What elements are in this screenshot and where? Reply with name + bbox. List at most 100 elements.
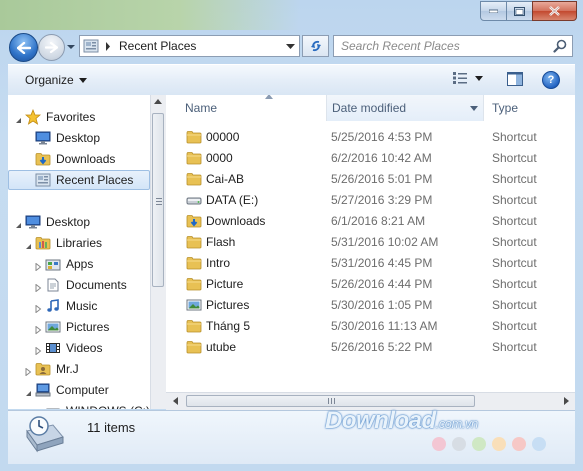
dot [472, 437, 486, 451]
downloads-folder-icon [186, 214, 202, 228]
forward-button[interactable] [38, 34, 65, 61]
title-bar [0, 0, 300, 30]
expand-arrow-icon[interactable] [35, 281, 42, 295]
address-bar[interactable]: Recent Places [79, 35, 300, 57]
recent-pages-button[interactable] [66, 41, 76, 51]
file-date-modified: 5/26/2016 5:22 PM [331, 340, 433, 354]
expand-arrow-icon[interactable] [25, 365, 32, 379]
nav-item-windows-c[interactable]: WINDOWS (C:) [45, 401, 150, 409]
file-row[interactable]: 0000 6/2/2016 10:42 AM Shortcut [166, 148, 575, 169]
nav-item-mr-j[interactable]: Mr.J [35, 359, 79, 379]
nav-item-videos[interactable]: Videos [45, 338, 102, 358]
file-row[interactable]: Cai-AB 5/26/2016 5:01 PM Shortcut [166, 169, 575, 190]
nav-item-favorites[interactable]: Favorites [25, 107, 95, 127]
expand-arrow-icon[interactable] [35, 302, 42, 316]
collapse-arrow-icon[interactable] [25, 386, 32, 400]
file-type: Shortcut [492, 130, 537, 144]
dot [532, 437, 546, 451]
file-row[interactable]: Pictures 5/30/2016 1:05 PM Shortcut [166, 295, 575, 316]
watermark-logo: Download.com.vn [325, 407, 478, 435]
expand-arrow-icon[interactable] [35, 260, 42, 274]
nav-item-downloads[interactable]: Downloads [35, 149, 115, 169]
organize-button[interactable]: Organize [25, 73, 87, 87]
file-row[interactable]: Downloads 6/1/2016 8:21 AM Shortcut [166, 211, 575, 232]
file-row[interactable]: utube 5/26/2016 5:22 PM Shortcut [166, 337, 575, 358]
help-button[interactable]: ? [542, 71, 560, 89]
collapse-arrow-icon[interactable] [25, 239, 32, 253]
scrollbar-thumb[interactable] [186, 395, 475, 407]
watermark-brand: Download [325, 407, 436, 434]
address-dropdown-icon[interactable] [286, 44, 295, 50]
nav-item-documents[interactable]: Documents [45, 275, 127, 295]
breadcrumb[interactable]: Recent Places [119, 39, 196, 53]
column-date-modified[interactable]: Date modified [326, 95, 484, 121]
expand-arrow-icon[interactable] [35, 344, 42, 358]
nav-item-recent-places[interactable]: Recent Places [8, 170, 150, 190]
apps-library-icon [45, 256, 61, 272]
desktop-icon [25, 214, 41, 230]
file-date-modified: 5/30/2016 1:05 PM [331, 298, 433, 312]
expand-arrow-icon[interactable] [35, 407, 42, 409]
file-date-modified: 5/31/2016 10:02 AM [331, 235, 439, 249]
nav-item-label: Favorites [46, 110, 96, 124]
minimize-button[interactable] [480, 1, 507, 21]
scroll-left-icon[interactable] [173, 397, 178, 405]
preview-pane-icon [507, 72, 523, 86]
file-name: Pictures [206, 298, 250, 312]
nav-item-computer[interactable]: Computer [35, 380, 109, 400]
file-type: Shortcut [492, 193, 537, 207]
file-row[interactable]: Picture 5/26/2016 4:44 PM Shortcut [166, 274, 575, 295]
file-row[interactable]: Flash 5/31/2016 10:02 AM Shortcut [166, 232, 575, 253]
column-date-label: Date modified [332, 101, 407, 115]
file-name: 00000 [206, 130, 240, 144]
nav-item-apps[interactable]: Apps [45, 254, 93, 274]
file-row[interactable]: DATA (E:) 5/27/2016 3:29 PM Shortcut [166, 190, 575, 211]
column-filter-icon[interactable] [470, 106, 478, 111]
column-name[interactable]: Name [185, 95, 325, 121]
nav-item-pictures[interactable]: Pictures [45, 317, 109, 337]
nav-item-music[interactable]: Music [45, 296, 97, 316]
back-button[interactable] [9, 33, 38, 62]
file-date-modified: 5/26/2016 5:01 PM [331, 172, 433, 186]
nav-item-label: Apps [66, 257, 94, 271]
nav-item-label: Documents [66, 278, 127, 292]
breadcrumb-arrow-icon[interactable] [105, 42, 111, 51]
folder-icon [186, 319, 202, 333]
file-date-modified: 6/2/2016 10:42 AM [331, 151, 432, 165]
maximize-button[interactable] [506, 1, 533, 21]
close-button[interactable] [532, 1, 577, 21]
change-view-button[interactable] [453, 72, 483, 84]
collapse-arrow-icon[interactable] [15, 218, 22, 232]
dot [432, 437, 446, 451]
file-date-modified: 5/26/2016 4:44 PM [331, 277, 433, 291]
nav-item-label: Desktop [46, 215, 91, 229]
scrollbar-thumb[interactable] [152, 113, 164, 287]
collapse-arrow-icon[interactable] [15, 113, 22, 127]
nav-item-libraries[interactable]: Libraries [35, 233, 102, 253]
file-type: Shortcut [492, 277, 537, 291]
nav-item-label: Videos [66, 341, 103, 355]
refresh-button[interactable] [302, 35, 329, 57]
nav-item-desktop[interactable]: Desktop [35, 128, 100, 148]
column-header: Name Date modified Type [166, 95, 575, 121]
column-type[interactable]: Type [492, 95, 572, 121]
file-name: Tháng 5 [206, 319, 251, 333]
navigation-scrollbar[interactable] [150, 95, 166, 409]
preview-pane-button[interactable] [507, 72, 523, 89]
arrow-left-icon [16, 41, 31, 54]
search-input[interactable]: Search Recent Places [341, 39, 460, 53]
file-name: Intro [206, 256, 231, 270]
file-row[interactable]: 00000 5/25/2016 4:53 PM Shortcut [166, 127, 575, 148]
drive-icon [186, 193, 202, 207]
search-icon[interactable] [553, 39, 567, 53]
file-row[interactable]: Intro 5/31/2016 4:45 PM Shortcut [166, 253, 575, 274]
file-row[interactable]: Tháng 5 5/30/2016 11:13 AM Shortcut [166, 316, 575, 337]
scroll-right-icon[interactable] [564, 397, 569, 405]
file-type: Shortcut [492, 214, 537, 228]
scroll-up-icon[interactable] [154, 99, 162, 104]
file-type: Shortcut [492, 319, 537, 333]
search-box[interactable]: Search Recent Places [333, 35, 573, 57]
expand-arrow-icon[interactable] [35, 323, 42, 337]
folder-icon [186, 277, 202, 291]
nav-item-desktop[interactable]: Desktop [25, 212, 90, 232]
